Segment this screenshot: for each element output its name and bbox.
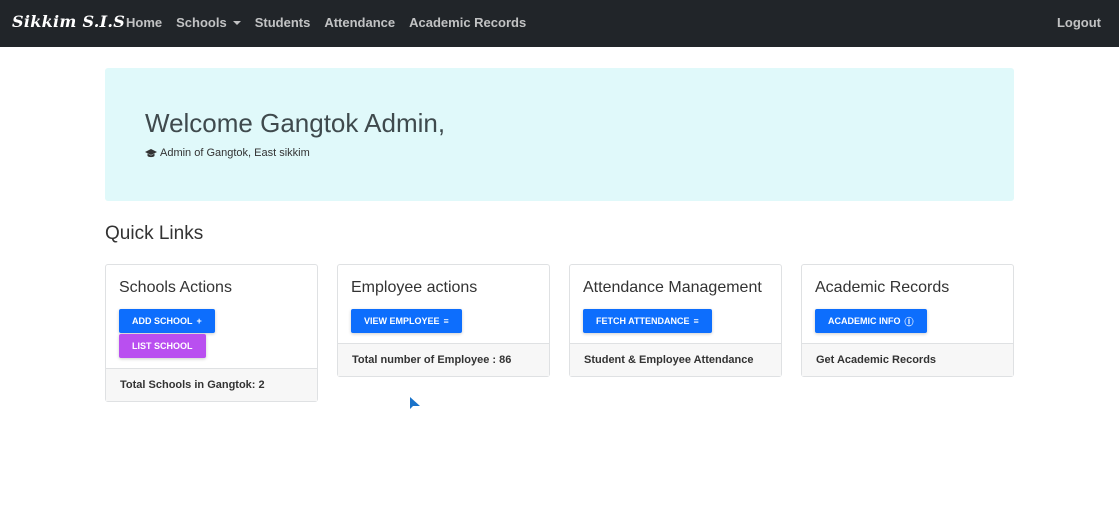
nav-students[interactable]: Students xyxy=(255,15,311,30)
card-footer: Total Schools in Gangtok: 2 xyxy=(106,368,317,401)
card-body: Employee actions VIEW EMPLOYEE ≡ xyxy=(338,265,549,343)
brand-logo[interactable]: Sikkim S.I.S xyxy=(12,12,125,31)
fetch-attendance-label: FETCH ATTENDANCE xyxy=(596,316,690,326)
nav-academic-records[interactable]: Academic Records xyxy=(409,15,526,30)
card-footer: Student & Employee Attendance xyxy=(570,343,781,376)
mouse-cursor-icon xyxy=(410,397,420,409)
add-school-label: ADD SCHOOL xyxy=(132,316,193,326)
card-body: Attendance Management FETCH ATTENDANCE ≡ xyxy=(570,265,781,343)
welcome-title: Welcome Gangtok Admin, xyxy=(145,108,446,138)
add-school-button[interactable]: ADD SCHOOL + xyxy=(119,309,215,333)
welcome-banner: Welcome Gangtok Admin, Admin of Gangtok,… xyxy=(105,68,1014,201)
card-body: Academic Records ACADEMIC INFO ⓘ xyxy=(802,265,1013,343)
card-schools-actions: Schools Actions ADD SCHOOL + LIST SCHOOL … xyxy=(105,264,318,402)
nav-schools-label: Schools xyxy=(176,15,227,30)
card-footer: Total number of Employee : 86 xyxy=(338,343,549,376)
view-employee-button[interactable]: VIEW EMPLOYEE ≡ xyxy=(351,309,462,333)
nav-home[interactable]: Home xyxy=(126,15,162,30)
card-title: Attendance Management xyxy=(583,279,762,296)
graduation-cap-icon xyxy=(145,148,157,157)
nav-attendance[interactable]: Attendance xyxy=(324,15,395,30)
caret-down-icon xyxy=(232,21,241,25)
nav-links: Home Schools Students Attendance Academi… xyxy=(126,15,540,30)
top-navbar: Sikkim S.I.S Home Schools Students Atten… xyxy=(0,0,1119,47)
list-icon: ≡ xyxy=(443,316,449,326)
card-attendance-management: Attendance Management FETCH ATTENDANCE ≡ … xyxy=(569,264,782,377)
card-title: Schools Actions xyxy=(119,279,232,296)
academic-info-button[interactable]: ACADEMIC INFO ⓘ xyxy=(815,309,927,333)
logout-link[interactable]: Logout xyxy=(1057,15,1101,30)
card-employee-actions: Employee actions VIEW EMPLOYEE ≡ Total nu… xyxy=(337,264,550,377)
card-footer: Get Academic Records xyxy=(802,343,1013,376)
info-circle-icon: ⓘ xyxy=(904,316,914,327)
fetch-attendance-button[interactable]: FETCH ATTENDANCE ≡ xyxy=(583,309,712,333)
quick-links-title: Quick Links xyxy=(105,223,204,244)
plus-icon: + xyxy=(196,316,202,326)
academic-info-label: ACADEMIC INFO xyxy=(828,316,901,326)
nav-schools-dropdown[interactable]: Schools xyxy=(176,15,241,30)
view-employee-label: VIEW EMPLOYEE xyxy=(364,316,440,326)
card-body: Schools Actions ADD SCHOOL + LIST SCHOOL xyxy=(106,265,317,368)
card-academic-records: Academic Records ACADEMIC INFO ⓘ Get Acad… xyxy=(801,264,1014,377)
list-icon: ≡ xyxy=(693,316,699,326)
list-school-button[interactable]: LIST SCHOOL xyxy=(119,334,206,358)
card-title: Employee actions xyxy=(351,279,478,296)
welcome-subtitle: Admin of Gangtok, East sikkim xyxy=(145,147,310,159)
welcome-subtitle-text: Admin of Gangtok, East sikkim xyxy=(160,147,310,159)
card-title: Academic Records xyxy=(815,279,950,296)
